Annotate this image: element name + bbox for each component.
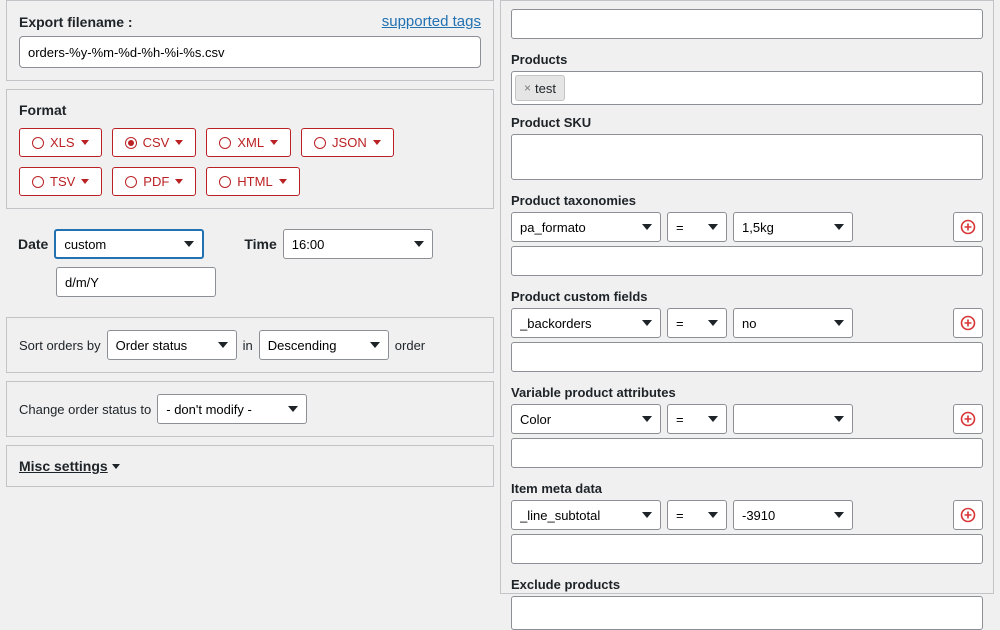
customfield-field-select[interactable]: _backorders — [511, 308, 661, 338]
varattr-op-select[interactable]: = — [667, 404, 727, 434]
format-option-label: CSV — [143, 135, 170, 150]
date-mode-select[interactable]: custom — [54, 229, 204, 259]
format-csv-button[interactable]: CSV — [112, 128, 197, 157]
product-sku-textarea[interactable] — [511, 134, 983, 180]
plus-icon — [960, 507, 976, 523]
format-option-label: XML — [237, 135, 264, 150]
exclude-products-label: Exclude products — [511, 577, 983, 592]
products-label: Products — [511, 52, 983, 67]
caret-down-icon — [112, 464, 120, 469]
radio-icon — [125, 176, 137, 188]
format-option-label: HTML — [237, 174, 272, 189]
plus-icon — [960, 315, 976, 331]
radio-icon — [125, 137, 137, 149]
format-xls-button[interactable]: XLS — [19, 128, 102, 157]
sort-in-text: in — [243, 338, 253, 353]
format-pdf-button[interactable]: PDF — [112, 167, 196, 196]
supported-tags-link[interactable]: supported tags — [382, 13, 481, 30]
radio-icon — [219, 137, 231, 149]
format-label: Format — [19, 102, 66, 118]
add-customfield-button[interactable] — [953, 308, 983, 338]
add-itemmeta-button[interactable] — [953, 500, 983, 530]
date-format-input[interactable] — [56, 267, 216, 297]
customfield-op-select[interactable]: = — [667, 308, 727, 338]
varattr-field-select[interactable]: Color — [511, 404, 661, 434]
caret-down-icon — [270, 140, 278, 145]
top-textarea[interactable] — [511, 9, 983, 39]
sort-suffix: order — [395, 338, 425, 353]
itemmeta-op-select[interactable]: = — [667, 500, 727, 530]
radio-icon — [32, 176, 44, 188]
customfield-value-select[interactable]: no — [733, 308, 853, 338]
plus-icon — [960, 219, 976, 235]
taxonomy-op-select[interactable]: = — [667, 212, 727, 242]
sort-direction-select[interactable]: Descending — [259, 330, 389, 360]
taxonomy-field-select[interactable]: pa_formato — [511, 212, 661, 242]
caret-down-icon — [175, 179, 183, 184]
caret-down-icon — [175, 140, 183, 145]
format-html-button[interactable]: HTML — [206, 167, 299, 196]
format-option-label: TSV — [50, 174, 75, 189]
itemmeta-field-select[interactable]: _line_subtotal — [511, 500, 661, 530]
caret-down-icon — [81, 179, 89, 184]
item-meta-label: Item meta data — [511, 481, 983, 496]
format-xml-button[interactable]: XML — [206, 128, 291, 157]
taxonomy-value-select[interactable]: 1,5kg — [733, 212, 853, 242]
itemmeta-extra-textarea[interactable] — [511, 534, 983, 564]
varattr-value-select[interactable] — [733, 404, 853, 434]
custom-fields-label: Product custom fields — [511, 289, 983, 304]
variable-attr-label: Variable product attributes — [511, 385, 983, 400]
caret-down-icon — [81, 140, 89, 145]
plus-icon — [960, 411, 976, 427]
taxonomy-extra-textarea[interactable] — [511, 246, 983, 276]
date-label: Date — [18, 236, 48, 252]
products-tagbox[interactable]: × test — [511, 71, 983, 105]
caret-down-icon — [373, 140, 381, 145]
radio-icon — [32, 137, 44, 149]
exclude-products-tagbox[interactable] — [511, 596, 983, 630]
format-option-label: JSON — [332, 135, 367, 150]
caret-down-icon — [279, 179, 287, 184]
format-option-label: PDF — [143, 174, 169, 189]
export-filename-label: Export filename : — [19, 14, 133, 30]
format-tsv-button[interactable]: TSV — [19, 167, 102, 196]
product-taxonomies-label: Product taxonomies — [511, 193, 983, 208]
sort-field-select[interactable]: Order status — [107, 330, 237, 360]
export-filename-input[interactable] — [19, 36, 481, 68]
change-status-label: Change order status to — [19, 402, 151, 417]
sort-label: Sort orders by — [19, 338, 101, 353]
misc-settings-toggle[interactable]: Misc settings — [19, 458, 120, 474]
itemmeta-value-select[interactable]: -3910 — [733, 500, 853, 530]
radio-icon — [314, 137, 326, 149]
time-select[interactable]: 16:00 — [283, 229, 433, 259]
varattr-extra-textarea[interactable] — [511, 438, 983, 468]
time-label: Time — [244, 236, 276, 252]
format-json-button[interactable]: JSON — [301, 128, 394, 157]
radio-icon — [219, 176, 231, 188]
format-option-label: XLS — [50, 135, 75, 150]
product-tag: × test — [515, 75, 565, 101]
remove-tag-icon[interactable]: × — [524, 81, 531, 95]
customfield-extra-textarea[interactable] — [511, 342, 983, 372]
add-varattr-button[interactable] — [953, 404, 983, 434]
add-taxonomy-button[interactable] — [953, 212, 983, 242]
change-status-select[interactable]: - don't modify - — [157, 394, 307, 424]
product-sku-label: Product SKU — [511, 115, 983, 130]
